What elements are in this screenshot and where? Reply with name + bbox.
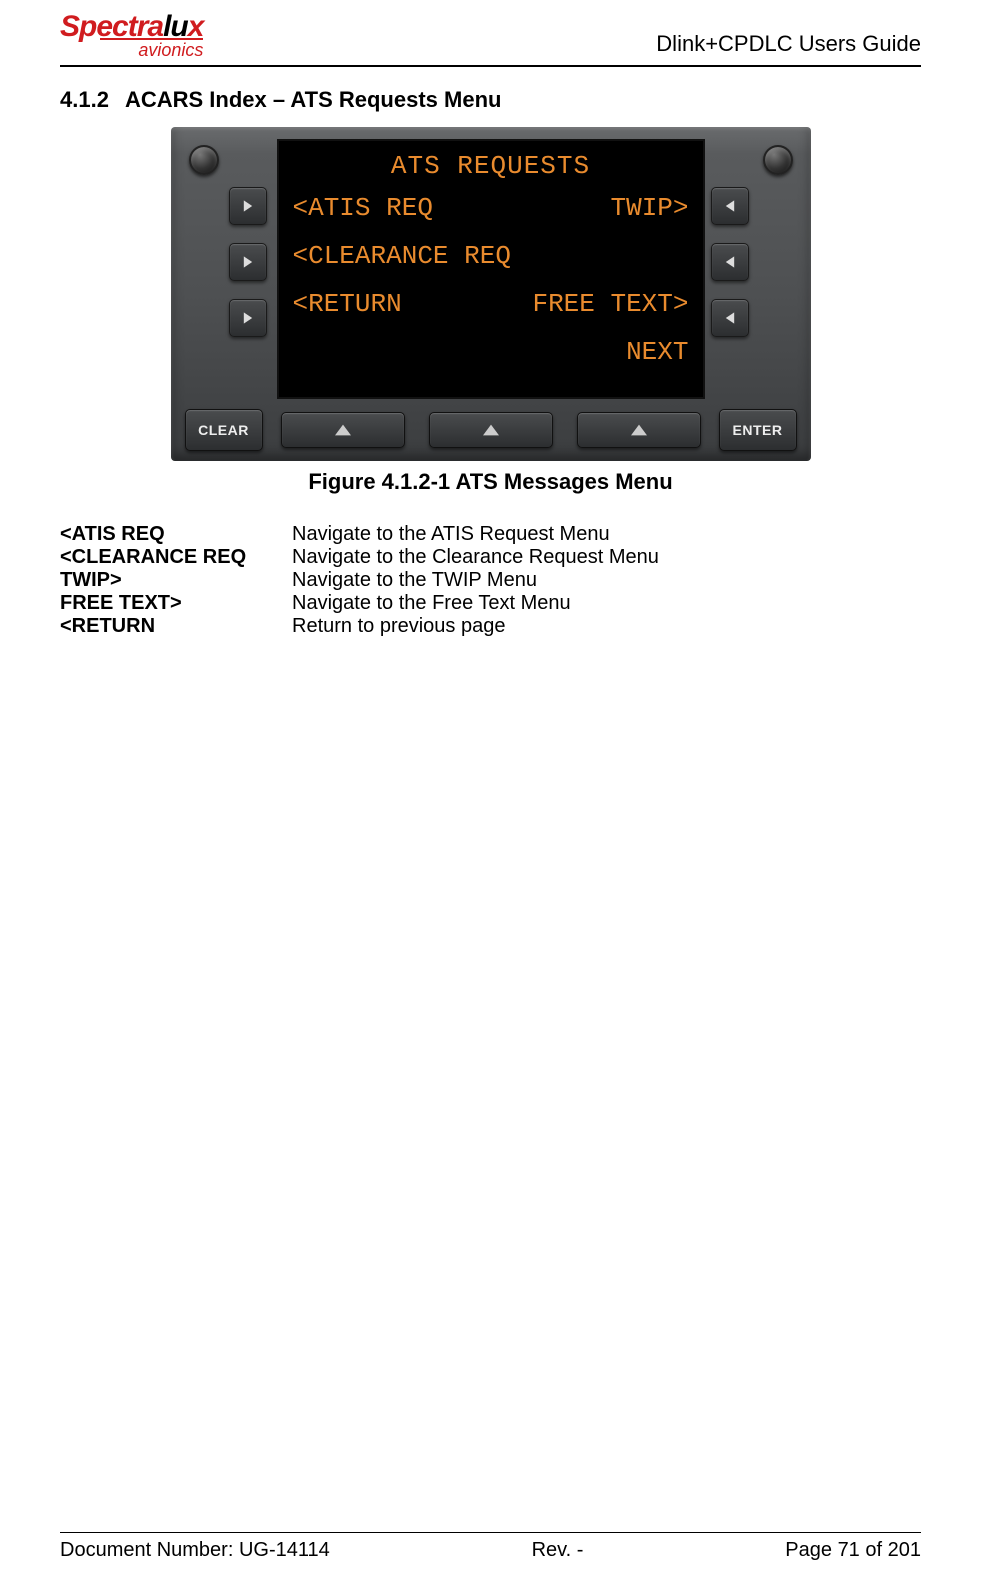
arrow-left-icon [723,255,737,269]
definition-row: <RETURN Return to previous page [60,615,921,638]
lsk-r3-button[interactable] [711,299,749,337]
left-knob-column [179,139,229,399]
clear-button[interactable]: CLEAR [185,409,263,451]
definition-row: TWIP> Navigate to the TWIP Menu [60,569,921,592]
lsk-l3-button[interactable] [229,299,267,337]
def-desc: Return to previous page [292,615,921,638]
section-number: 4.1.2 [60,87,109,113]
lsk-r2-button[interactable] [711,243,749,281]
definitions-list: <ATIS REQ Navigate to the ATIS Request M… [60,523,921,638]
enter-button[interactable]: ENTER [719,409,797,451]
logo: Spectralux avionics [60,10,203,61]
section-title: ACARS Index – ATS Requests Menu [125,87,502,112]
right-lsk-column [711,139,753,399]
next-option[interactable]: NEXT [626,337,688,367]
def-term: FREE TEXT> [60,592,292,615]
brightness-knob[interactable] [189,145,219,175]
def-term: <CLEARANCE REQ [60,546,292,569]
definition-row: FREE TEXT> Navigate to the Free Text Men… [60,592,921,615]
left-lsk-column [229,139,271,399]
logo-subtext: avionics [100,38,203,61]
device-figure: ATS REQUESTS <ATIS REQ TWIP> <CLEARANCE … [60,127,921,495]
arrow-left-icon [723,311,737,325]
twip-option[interactable]: TWIP> [610,193,688,223]
footer-revision: Rev. - [532,1539,584,1562]
definition-row: <ATIS REQ Navigate to the ATIS Request M… [60,523,921,546]
display-screen: ATS REQUESTS <ATIS REQ TWIP> <CLEARANCE … [277,139,705,399]
arrow-right-icon [241,199,255,213]
page-header: Spectralux avionics Dlink+CPDLC Users Gu… [60,10,921,67]
return-option[interactable]: <RETURN [293,289,402,319]
screen-row-1: <ATIS REQ TWIP> [293,193,689,223]
rocker-1[interactable] [281,412,405,448]
def-term: <ATIS REQ [60,523,292,546]
arrow-up-icon [483,424,499,436]
rocker-3[interactable] [577,412,701,448]
def-term: <RETURN [60,615,292,638]
document-title: Dlink+CPDLC Users Guide [656,31,921,57]
figure-caption: Figure 4.1.2-1 ATS Messages Menu [60,469,921,495]
atis-req-option[interactable]: <ATIS REQ [293,193,433,223]
lsk-l2-button[interactable] [229,243,267,281]
def-term: TWIP> [60,569,292,592]
device-bottom-row: CLEAR ENTER [179,399,803,453]
def-desc: Navigate to the TWIP Menu [292,569,921,592]
screen-row-2: <CLEARANCE REQ [293,241,689,271]
clearance-req-option[interactable]: <CLEARANCE REQ [293,241,511,271]
avionics-device: ATS REQUESTS <ATIS REQ TWIP> <CLEARANCE … [171,127,811,461]
def-desc: Navigate to the Free Text Menu [292,592,921,615]
rocker-2[interactable] [429,412,553,448]
arrow-right-icon [241,255,255,269]
arrow-left-icon [723,199,737,213]
def-desc: Navigate to the Clearance Request Menu [292,546,921,569]
arrow-right-icon [241,311,255,325]
page-footer: Document Number: UG-14114 Rev. - Page 71… [60,1532,921,1562]
selector-knob[interactable] [763,145,793,175]
screen-row-3: <RETURN FREE TEXT> [293,289,689,319]
arrow-up-icon [631,424,647,436]
definition-row: <CLEARANCE REQ Navigate to the Clearance… [60,546,921,569]
arrow-up-icon [335,424,351,436]
free-text-option[interactable]: FREE TEXT> [532,289,688,319]
screen-title: ATS REQUESTS [293,151,689,181]
def-desc: Navigate to the ATIS Request Menu [292,523,921,546]
footer-page-number: Page 71 of 201 [785,1539,921,1562]
right-knob-column [753,139,803,399]
lsk-r1-button[interactable] [711,187,749,225]
section-heading: 4.1.2 ACARS Index – ATS Requests Menu [60,87,921,113]
lsk-l1-button[interactable] [229,187,267,225]
screen-row-4: NEXT [293,337,689,367]
footer-doc-number: Document Number: UG-14114 [60,1539,330,1562]
